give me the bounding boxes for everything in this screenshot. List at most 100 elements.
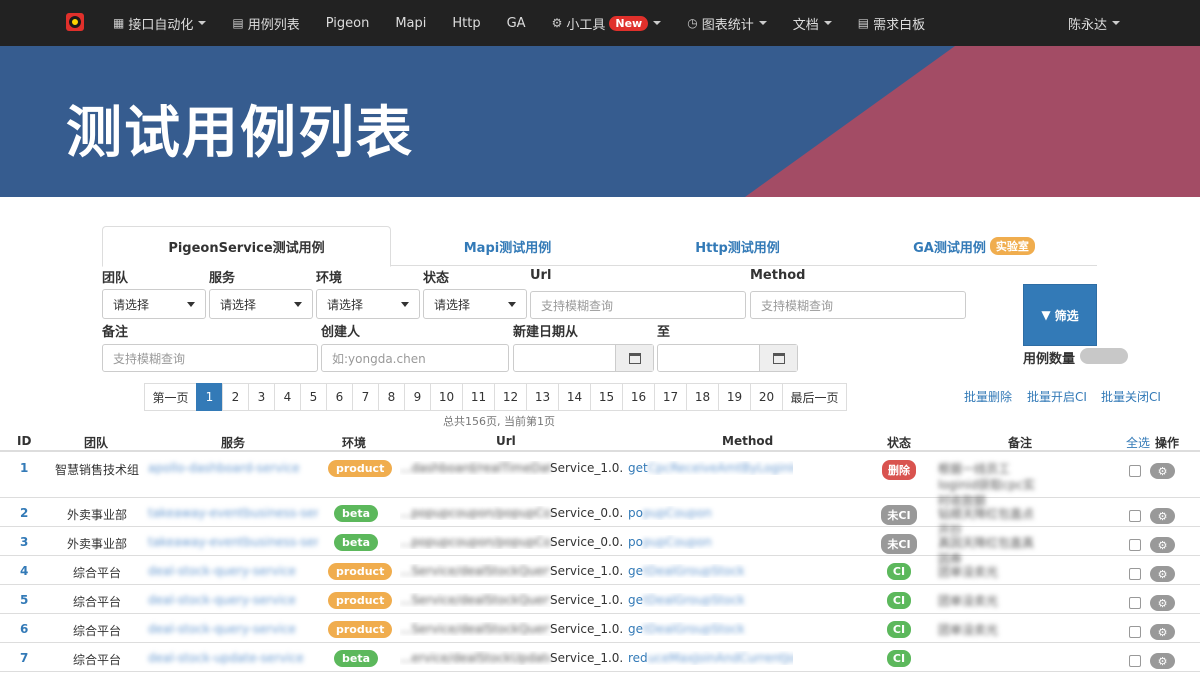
- team-select[interactable]: 请选择: [102, 289, 206, 319]
- pagination-page[interactable]: 6: [326, 383, 353, 411]
- status-badge[interactable]: 未CI: [881, 534, 917, 554]
- pagination-page[interactable]: 9: [404, 383, 431, 411]
- tab-1[interactable]: Mapi测试用例: [391, 226, 624, 266]
- row-method-link[interactable]: getDealGroupStock: [628, 622, 793, 636]
- status-badge[interactable]: 未CI: [881, 505, 917, 525]
- row-id-link[interactable]: 4: [20, 564, 28, 578]
- tab-3[interactable]: GA测试用例 实验室: [851, 226, 1097, 266]
- pagination-page[interactable]: 14: [558, 383, 591, 411]
- row-service-link[interactable]: deal-stock-query-service: [148, 622, 318, 636]
- service-select[interactable]: 请选择: [209, 289, 313, 319]
- row-team: 智慧销售技术组: [55, 463, 140, 477]
- row-method-link[interactable]: popupCoupon: [628, 506, 793, 520]
- row-method-link[interactable]: getCpcReceiveAmtByLoginId: [628, 461, 793, 475]
- row-checkbox[interactable]: [1129, 626, 1141, 638]
- calendar-icon[interactable]: [759, 345, 797, 371]
- nav-item-7[interactable]: ◷ 图表统计: [674, 0, 780, 46]
- row-service-link[interactable]: deal-stock-update-service: [148, 651, 318, 665]
- gear-icon[interactable]: ⚙: [1150, 624, 1175, 640]
- gear-icon[interactable]: ⚙: [1150, 508, 1175, 524]
- row-checkbox[interactable]: [1129, 597, 1141, 609]
- row-checkbox[interactable]: [1129, 655, 1141, 667]
- nav-item-3[interactable]: Mapi: [382, 0, 439, 46]
- pagination-page[interactable]: 1: [196, 383, 223, 411]
- pagination-page[interactable]: 12: [494, 383, 527, 411]
- status-badge[interactable]: CI: [886, 650, 912, 667]
- row-id-link[interactable]: 2: [20, 506, 28, 520]
- row-id-link[interactable]: 5: [20, 593, 28, 607]
- filter-button[interactable]: ▼ 筛选: [1023, 284, 1097, 346]
- tab-0[interactable]: PigeonService测试用例: [102, 226, 391, 267]
- gear-icon[interactable]: ⚙: [1150, 463, 1175, 479]
- pagination-page[interactable]: 4: [274, 383, 301, 411]
- table-row: 7 综合平台 deal-stock-update-service beta ...erv…: [0, 643, 1200, 672]
- batch-disable-ci-link[interactable]: 批量关闭CI: [1101, 388, 1161, 405]
- row-service-link[interactable]: deal-stock-query-service: [148, 593, 318, 607]
- nav-item-0[interactable]: ▦ 接口自动化: [100, 0, 219, 46]
- pagination-page[interactable]: 15: [590, 383, 623, 411]
- row-checkbox[interactable]: [1129, 465, 1141, 477]
- select-all-link[interactable]: 全选: [1126, 434, 1150, 451]
- pagination-page[interactable]: 18: [686, 383, 719, 411]
- pagination-page[interactable]: 19: [718, 383, 751, 411]
- user-menu[interactable]: 陈永达: [1068, 0, 1120, 46]
- row-service-link[interactable]: takeaway-eventbusiness-service: [148, 506, 318, 520]
- status-badge[interactable]: CI: [886, 563, 912, 580]
- remark-input[interactable]: 支持模糊查询: [102, 344, 318, 372]
- pagination-first[interactable]: 第一页: [144, 383, 197, 411]
- row-service-link[interactable]: apollo-dashboard-service: [148, 461, 318, 475]
- url-input[interactable]: 支持模糊查询: [530, 291, 746, 319]
- row-checkbox[interactable]: [1129, 568, 1141, 580]
- row-service-link[interactable]: deal-stock-query-service: [148, 564, 318, 578]
- status-select[interactable]: 请选择: [423, 289, 527, 319]
- nav-item-4[interactable]: Http: [439, 0, 493, 46]
- date-to-input[interactable]: [657, 344, 798, 372]
- pagination-page[interactable]: 8: [378, 383, 405, 411]
- gear-icon[interactable]: ⚙: [1150, 653, 1175, 669]
- gear-icon[interactable]: ⚙: [1150, 595, 1175, 611]
- batch-enable-ci-link[interactable]: 批量开启CI: [1027, 388, 1087, 405]
- pagination-page[interactable]: 2: [222, 383, 249, 411]
- row-id-link[interactable]: 6: [20, 622, 28, 636]
- pagination-page[interactable]: 7: [352, 383, 379, 411]
- nav-item-8[interactable]: 文档: [780, 0, 845, 46]
- tab-2[interactable]: Http测试用例: [624, 226, 851, 266]
- status-badge[interactable]: 删除: [882, 460, 916, 480]
- nav-item-2[interactable]: Pigeon: [313, 0, 383, 46]
- pagination-page[interactable]: 10: [430, 383, 463, 411]
- row-id-link[interactable]: 1: [20, 461, 28, 475]
- method-input[interactable]: 支持模糊查询: [750, 291, 966, 319]
- env-select[interactable]: 请选择: [316, 289, 420, 319]
- batch-delete-link[interactable]: 批量删除: [964, 388, 1012, 405]
- pagination-page[interactable]: 17: [654, 383, 687, 411]
- pagination-page[interactable]: 13: [526, 383, 559, 411]
- row-checkbox[interactable]: [1129, 539, 1141, 551]
- status-badge[interactable]: CI: [886, 621, 912, 638]
- nav-item-5[interactable]: GA: [494, 0, 539, 46]
- row-id-link[interactable]: 3: [20, 535, 28, 549]
- date-from-input[interactable]: [513, 344, 654, 372]
- nav-item-9[interactable]: ▤ 需求白板: [845, 0, 938, 46]
- pagination-page[interactable]: 3: [248, 383, 275, 411]
- pagination-last[interactable]: 最后一页: [782, 383, 847, 411]
- row-method-link[interactable]: reduceMaxJoinAndCurrentJoin: [628, 651, 793, 665]
- nav-item-1[interactable]: ▤ 用例列表: [219, 0, 312, 46]
- pagination-page[interactable]: 11: [462, 383, 495, 411]
- calendar-icon[interactable]: [615, 345, 653, 371]
- nav-icon: ⚙: [551, 16, 563, 30]
- pagination-page[interactable]: 5: [300, 383, 327, 411]
- creator-input[interactable]: 如:yongda.chen: [321, 344, 509, 372]
- gear-icon[interactable]: ⚙: [1150, 537, 1175, 553]
- row-method-link[interactable]: getDealGroupStock: [628, 564, 793, 578]
- row-checkbox[interactable]: [1129, 510, 1141, 522]
- row-id-link[interactable]: 7: [20, 651, 28, 665]
- gear-icon[interactable]: ⚙: [1150, 566, 1175, 582]
- nav-item-6[interactable]: ⚙ 小工具 New: [539, 0, 675, 46]
- pagination-page[interactable]: 20: [750, 383, 783, 411]
- status-badge[interactable]: CI: [886, 592, 912, 609]
- row-service-link[interactable]: takeaway-eventbusiness-service: [148, 535, 318, 549]
- pagination-page[interactable]: 16: [622, 383, 655, 411]
- row-method-link[interactable]: getDealGroupStock: [628, 593, 793, 607]
- row-method-link[interactable]: popupCoupon: [628, 535, 793, 549]
- logo-icon[interactable]: [66, 13, 84, 31]
